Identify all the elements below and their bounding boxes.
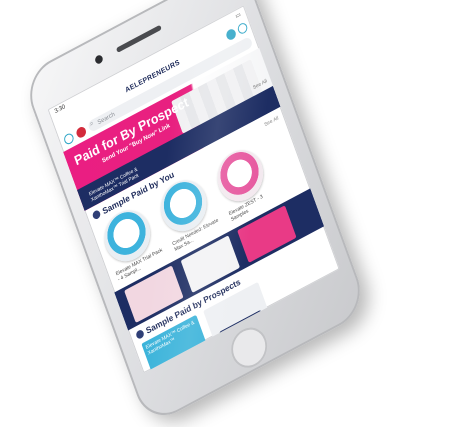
front-camera	[94, 53, 104, 66]
phone-screen: 3:30 ▭ AELEPRENEURS Search Paid for By P…	[47, 5, 340, 374]
back-icon[interactable]	[62, 131, 75, 146]
country-flag-icon[interactable]	[74, 124, 88, 139]
home-button[interactable]	[225, 320, 273, 375]
battery-icon: ▭	[234, 11, 242, 20]
add-icon[interactable]	[236, 21, 249, 36]
iphone-device: 3:30 ▭ AELEPRENEURS Search Paid for By P…	[20, 0, 370, 427]
cart-icon[interactable]	[224, 27, 238, 42]
product-photo: 3:30 ▭ AELEPRENEURS Search Paid for By P…	[0, 0, 451, 427]
earpiece-speaker	[115, 24, 162, 53]
